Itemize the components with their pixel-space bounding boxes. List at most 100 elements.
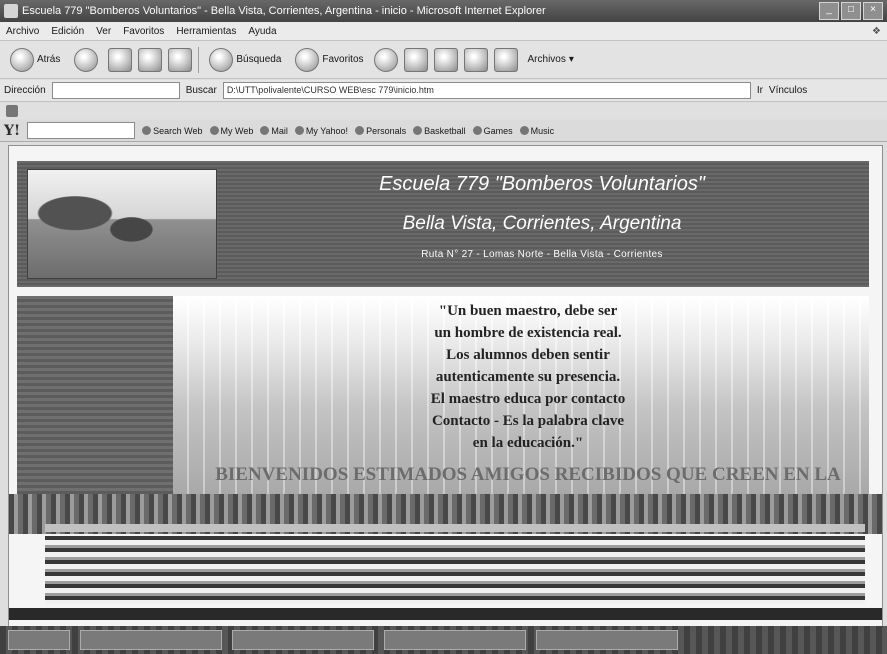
school-title: Escuela 779 "Bomberos Voluntarios": [379, 173, 705, 195]
mail-icon: [260, 126, 270, 135]
stop-icon[interactable]: [108, 47, 133, 72]
window-title: Escuela 779 "Bomberos Voluntarios" - Bel…: [22, 5, 546, 17]
refresh-icon[interactable]: [138, 47, 163, 72]
footer-divider: [45, 524, 865, 532]
taskbar: [0, 626, 887, 654]
edit-icon[interactable]: [463, 47, 488, 72]
taskbar-item[interactable]: [536, 630, 678, 650]
yahoo-item-label: My Web: [220, 125, 254, 136]
search-web-label: Search Web: [153, 125, 203, 136]
page-viewport[interactable]: Escuela 779 "Bomberos Voluntarios" Bella…: [8, 145, 883, 652]
search-dropdown[interactable]: Buscar: [186, 85, 217, 96]
page-icon[interactable]: [6, 105, 18, 117]
address-search-field[interactable]: [51, 82, 180, 99]
yahoo-item-personals[interactable]: Personals: [355, 126, 406, 136]
forward-arrow-icon: [74, 47, 99, 72]
taskbar-item[interactable]: [232, 630, 374, 650]
games-icon: [472, 126, 482, 135]
my-yahoo-icon: [294, 126, 304, 135]
favorites-button[interactable]: Favoritos: [291, 46, 367, 74]
footer-stripes: [45, 536, 865, 604]
school-header: Escuela 779 "Bomberos Voluntarios" Bella…: [17, 161, 869, 287]
status-strip: [9, 608, 882, 620]
browser-window: Escuela 779 "Bomberos Voluntarios" - Bel…: [0, 0, 887, 654]
music-icon: [519, 126, 529, 135]
search-button[interactable]: Búsqueda: [205, 46, 285, 74]
menu-edicion[interactable]: Edición: [45, 26, 90, 37]
start-button[interactable]: [8, 630, 70, 650]
search-web-button[interactable]: Search Web: [142, 125, 203, 136]
yahoo-item-label: Personals: [366, 125, 407, 136]
links-bar: [0, 103, 887, 119]
close-icon[interactable]: ×: [863, 2, 883, 20]
mail-icon[interactable]: [403, 47, 428, 72]
files-label: Archivos: [527, 54, 566, 65]
windows-logo-icon: ❖: [872, 25, 881, 37]
yahoo-item-label: Basketball: [424, 125, 466, 136]
yahoo-item-basketball[interactable]: Basketball: [413, 126, 466, 136]
search-web-icon: [142, 126, 152, 135]
home-icon[interactable]: [168, 47, 193, 72]
quote-line: un hombre de existencia real.: [434, 325, 622, 341]
yahoo-toolbar: Y! Search Web My Web Mail My Yahoo! Pers…: [0, 120, 887, 142]
maximize-icon[interactable]: □: [841, 2, 861, 20]
yahoo-item-label: Mail: [271, 125, 288, 136]
quote-area: "Un buen maestro, debe ser un hombre de …: [173, 296, 869, 506]
menu-favoritos[interactable]: Favoritos: [117, 26, 170, 37]
menu-ver[interactable]: Ver: [90, 26, 117, 37]
yahoo-item-label: Music: [530, 125, 555, 136]
quote-line: El maestro educa por contacto: [430, 391, 626, 407]
school-address: Ruta N° 27 - Lomas Norte - Bella Vista -…: [421, 249, 663, 260]
yahoo-item-my-web[interactable]: My Web: [209, 125, 254, 136]
left-column: [17, 296, 173, 506]
title-bar: Escuela 779 "Bomberos Voluntarios" - Bel…: [0, 0, 887, 22]
history-icon[interactable]: [373, 47, 398, 72]
personals-icon: [355, 126, 365, 135]
go-button[interactable]: Ir: [757, 85, 763, 96]
menu-herramientas[interactable]: Herramientas: [170, 26, 242, 37]
yahoo-item-music[interactable]: Music: [519, 125, 555, 136]
url-input[interactable]: D:\UTT\polivalente\CURSO WEB\esc 779\ini…: [222, 82, 751, 99]
links-label[interactable]: Vínculos: [769, 85, 807, 96]
back-button[interactable]: Atrás: [6, 46, 64, 74]
forward-button[interactable]: [70, 46, 102, 74]
taskbar-item[interactable]: [384, 630, 526, 650]
standard-toolbar: Atrás Búsqueda Favoritos Archivos ▾: [0, 41, 887, 79]
back-arrow-icon: [10, 47, 34, 72]
yahoo-logo-icon[interactable]: Y!: [4, 123, 20, 139]
basketball-icon: [413, 126, 423, 135]
messenger-icon[interactable]: [493, 47, 518, 72]
back-label: Atrás: [37, 54, 61, 65]
quote-line: "Un buen maestro, debe ser: [438, 303, 618, 319]
print-icon[interactable]: [433, 47, 458, 72]
files-button[interactable]: Archivos ▾: [524, 46, 578, 74]
menu-archivo[interactable]: Archivo: [0, 26, 45, 37]
welcome-banner: BIENVENIDOS ESTIMADOS AMIGOS RECIBIDOS Q…: [215, 464, 841, 485]
yahoo-search-input[interactable]: [27, 122, 136, 139]
window-controls: _ □ ×: [819, 2, 883, 20]
ie-icon: [4, 4, 18, 18]
minimize-icon[interactable]: _: [819, 2, 839, 20]
quote-line: autenticamente su presencia.: [435, 369, 621, 385]
quote-line: Los alumnos deben sentir: [446, 347, 610, 363]
menu-ayuda[interactable]: Ayuda: [242, 26, 282, 37]
yahoo-item-my-yahoo[interactable]: My Yahoo!: [294, 125, 349, 136]
quote-line: en la educación.": [472, 435, 584, 451]
address-label: Dirección: [4, 85, 46, 96]
search-label: Búsqueda: [236, 54, 282, 65]
my-web-icon: [209, 126, 219, 135]
quote-line: Contacto - Es la palabra clave: [431, 413, 625, 429]
teacher-quote: "Un buen maestro, debe ser un hombre de …: [378, 300, 678, 454]
school-location: Bella Vista, Corrientes, Argentina: [402, 213, 682, 234]
toolbar-separator: [198, 46, 200, 73]
address-bar: Dirección Buscar D:\UTT\polivalente\CURS…: [0, 80, 887, 102]
yahoo-item-mail[interactable]: Mail: [260, 126, 288, 136]
yahoo-item-label: My Yahoo!: [305, 125, 349, 136]
star-icon: [295, 47, 320, 72]
yahoo-item-games[interactable]: Games: [472, 125, 513, 136]
chevron-down-icon: ▾: [568, 54, 574, 65]
taskbar-item[interactable]: [80, 630, 222, 650]
menu-bar: Archivo Edición Ver Favoritos Herramient…: [0, 22, 887, 41]
yahoo-item-label: Games: [483, 125, 513, 136]
favorites-label: Favoritos: [322, 54, 364, 65]
